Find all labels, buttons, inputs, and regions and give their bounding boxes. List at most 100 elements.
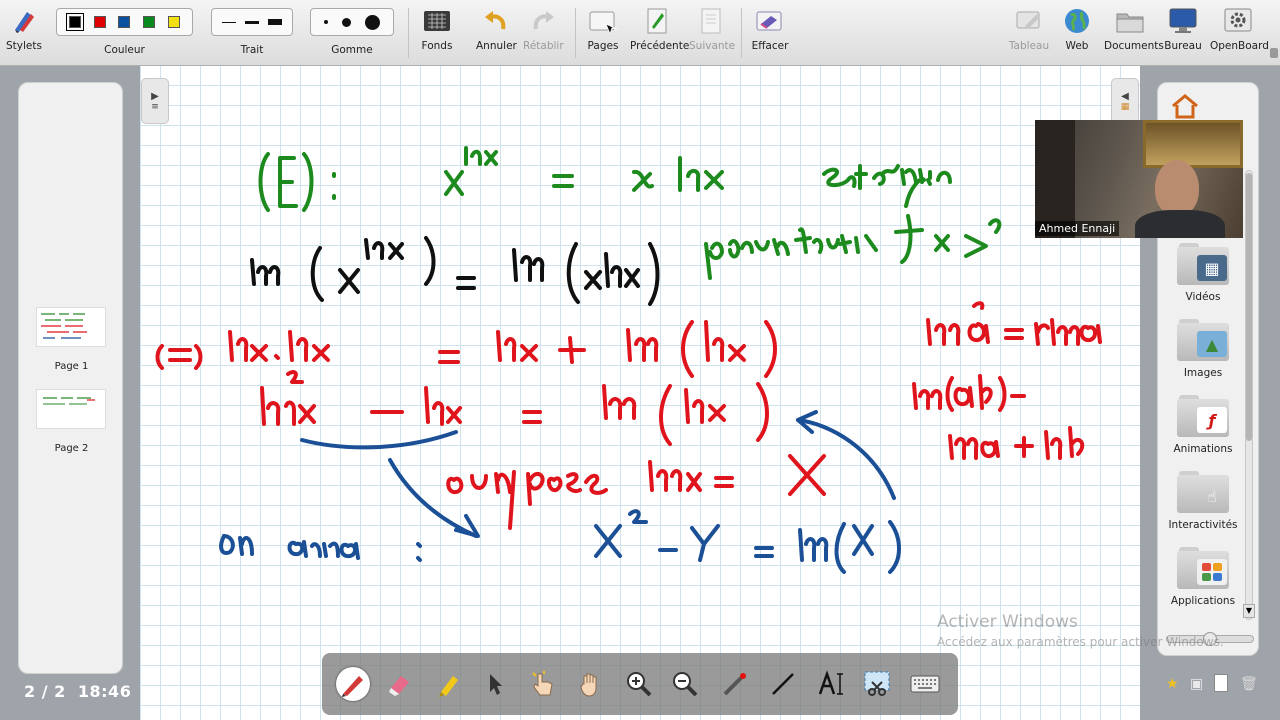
library-item-videos[interactable]: ▦ Vidéos [1158,243,1248,303]
keyboard-button[interactable] [908,667,942,701]
eraser-icon [389,676,409,696]
line-medium[interactable] [244,20,259,24]
favorite-star-icon[interactable]: ★ [1166,676,1179,692]
new-page-icon[interactable] [1214,674,1228,692]
color-swatch-red[interactable] [93,16,106,28]
clear-board-icon [755,6,785,36]
line-thin[interactable] [222,21,237,23]
line-tool-button[interactable] [766,667,800,701]
text-tool-button[interactable] [814,667,848,701]
pen-tool-button[interactable] [336,667,370,701]
library-scrollbar[interactable] [1245,170,1253,620]
pointing-hand-icon [532,671,553,696]
eraser-small[interactable] [324,20,328,24]
color-swatch-yellow[interactable] [167,16,180,28]
capture-tool-button[interactable] [860,667,894,701]
hand-tool-button[interactable] [574,667,608,701]
page-thumbnail[interactable] [36,307,106,347]
documents-button[interactable]: Documents [1104,6,1164,52]
scissors-capture-icon [864,671,890,696]
scroll-down-arrow[interactable]: ▼ [1243,604,1255,618]
library-item-label: Interactivités [1168,519,1238,531]
eraser-tool-button[interactable] [382,667,416,701]
apps-icon [1197,559,1227,585]
ink-green [258,146,1002,280]
library-item-label: Images [1183,367,1223,379]
stylets-button[interactable]: Stylets [4,6,44,52]
line-thick[interactable] [267,19,282,25]
film-icon: ▦ [1197,255,1227,281]
zoom-out-button[interactable] [668,667,702,701]
watermark-subtitle: Accédez aux paramètres pour activer Wind… [937,635,1224,649]
next-page-icon [696,6,726,36]
page-thumbnail[interactable] [36,389,106,429]
toolbar-right-handle[interactable] [1270,48,1278,58]
line-label: Trait [240,44,264,56]
pen-icon [342,676,363,697]
eraser-large[interactable] [365,14,380,30]
board-pen-icon [1014,6,1044,36]
globe-icon [1062,6,1092,36]
ink-blue [219,410,901,574]
page-add-icon [588,6,618,36]
library-item-applications[interactable]: Applications [1158,547,1248,607]
scrollbar-thumb[interactable] [1246,173,1252,441]
pages-button[interactable]: Pages [585,6,621,52]
library-item-label: Animations [1173,443,1233,455]
gear-icon [1223,6,1253,36]
toolbar-divider [575,8,576,58]
ink-red [155,301,1102,530]
library-item-interactivites[interactable]: ☝ Interactivités [1158,471,1248,531]
laser-pointer-button[interactable] [718,667,752,701]
library-item-label: Applications [1170,595,1236,607]
eraser-medium[interactable] [342,17,351,27]
color-label: Couleur [104,44,145,56]
folder-icon [1115,6,1145,36]
page-count: 2 / 2 [24,682,66,701]
keyboard-icon [910,675,940,693]
web-button[interactable]: Web [1060,6,1094,52]
library-item-label: Vidéos [1185,291,1221,303]
suivante-button[interactable]: Suivante [689,6,735,52]
effacer-button[interactable]: Effacer [751,6,789,52]
highlighter-icon [439,676,458,697]
background-grid-icon [422,6,452,36]
annuler-button[interactable]: Annuler [476,6,517,52]
zoom-in-button[interactable] [622,667,656,701]
color-swatch-green[interactable] [143,16,156,28]
home-icon[interactable] [1170,93,1200,119]
library-item-animations[interactable]: ƒ Animations [1158,395,1248,455]
person-head [1155,160,1199,216]
trash-icon[interactable]: 🗑 [1240,676,1258,692]
drawing-toolbar [322,653,958,715]
video-wall-frame [1143,120,1243,168]
top-toolbar: Stylets Couleur Trait Gomme Fonds Annule… [0,0,1280,66]
clock-time: 18:46 [77,682,132,701]
openboard-button[interactable]: OpenBoard [1210,6,1269,52]
highlighter-tool-button[interactable] [432,667,466,701]
fonds-button[interactable]: Fonds [418,6,456,52]
library-item-images[interactable]: ▲ Images [1158,319,1248,379]
hand-icon: ☝ [1207,486,1217,506]
bureau-button[interactable]: Bureau [1164,6,1202,52]
toolbar-divider [741,8,742,58]
arrow-cursor-icon [490,674,502,695]
participant-video[interactable]: Ahmed Ennaji [1035,120,1243,238]
tableau-button[interactable]: Tableau [1008,6,1050,52]
desktop-icon [1168,6,1198,36]
line-width-selector [211,8,293,36]
precedente-button[interactable]: Précédente [630,6,689,52]
color-swatch-black[interactable] [66,13,85,31]
selector-tool-button[interactable] [478,667,512,701]
retablir-button[interactable]: Rétablir [523,6,564,52]
page-thumbnail-label: Page 2 [54,443,89,454]
new-folder-icon[interactable]: ▣ [1190,676,1203,692]
image-icon: ▲ [1197,331,1227,357]
color-swatch-blue[interactable] [118,16,131,28]
laser-pointer-icon [723,673,746,696]
interact-tool-button[interactable] [526,667,560,701]
text-icon [818,670,843,695]
line-icon [772,673,794,695]
person-body [1135,210,1225,238]
toolbar-divider [408,8,409,58]
